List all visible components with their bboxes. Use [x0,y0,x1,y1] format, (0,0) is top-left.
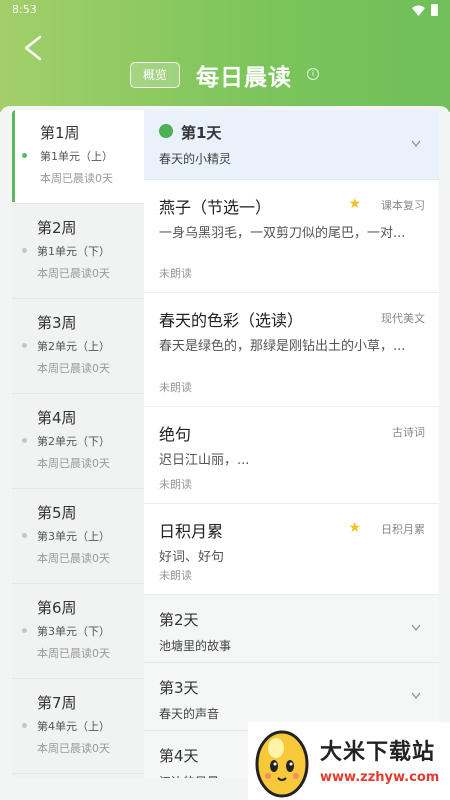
watermark-title: 大米下载站 [320,740,436,765]
sidebar-item-week[interactable]: 第5周第3单元（上） 本周已晨读0天 [12,490,144,584]
chevron-down-icon[interactable] [411,138,421,148]
week-title: 第2周 [37,219,77,237]
day-title: 第2天 [159,611,199,629]
status-icons [412,4,438,16]
lesson-tag: 古诗词 [392,426,425,439]
week-unit: 第1单元（下） [37,245,110,258]
star-icon[interactable]: ★ [348,520,361,536]
egg-logo [255,730,309,798]
lesson-item[interactable]: 春天的色彩（选读） 现代美文春天是绿色的，那绿是刚钻出土的小草，... 未朗读 [144,293,439,407]
lesson-item[interactable]: 燕子（节选一） ★ 课本复习一身乌黑羽毛，一双剪刀似的尾巴，一对... 未朗读 [144,180,439,293]
week-unit: 第4单元（上） [37,720,110,733]
lesson-title: 绝句 [159,425,192,444]
week-unit: 第3单元（下） [37,625,110,638]
week-unit: 第2单元（上） [37,340,110,353]
week-status-dot [22,438,27,443]
week-status: 本周已晨读0天 [37,457,110,470]
day-header[interactable]: 第2天池塘里的故事 [144,595,439,663]
status-bar: 8:53 [0,0,450,22]
read-status: 未朗读 [159,381,192,394]
wifi-icon [412,5,425,16]
star-icon[interactable]: ★ [348,196,361,212]
week-status-dot [22,533,27,538]
week-title: 第3周 [37,314,77,332]
day-subtitle: 春天的声音 [159,707,220,721]
lesson-excerpt: 一身乌黑羽毛，一双剪刀似的尾巴，一对... [159,226,406,241]
watermark: 大米下载站 www.zzhyw.com [248,722,450,800]
lesson-title: 春天的色彩（选读） [159,311,304,330]
week-sidebar: 第1周 第1单元（上） 本周已晨读0天 第2周 第1单元（下） 本周已晨读0天 第3周 第2单… [12,110,144,778]
sidebar-item-week[interactable]: 第4周第2单元（下） 本周已晨读0天 [12,395,144,489]
overview-button[interactable]: 概览 [130,62,180,88]
week-status-dot [22,248,27,253]
week-status-dot [22,628,27,633]
read-status: 未朗读 [159,267,192,280]
week-unit: 第2单元（下） [37,435,110,448]
week-status: 本周已晨读0天 [37,362,110,375]
day-subtitle: 春天的小精灵 [159,152,232,166]
back-button[interactable] [20,34,48,62]
page-title: 每日晨读 [196,65,292,91]
header-bar: 8:53 概览 每日晨读 i [0,0,450,112]
read-status: 未朗读 [159,569,192,582]
chevron-down-icon[interactable] [411,690,421,700]
week-title: 第4周 [37,409,77,427]
day-title: 第1天 [181,124,222,142]
day-subtitle: 池塘里的故事 [159,639,232,653]
week-status-dot [22,723,27,728]
current-day-dot [159,124,173,138]
week-status: 本周已晨读0天 [37,742,110,755]
week-status: 本周已晨读0天 [40,172,113,185]
battery-icon [431,4,438,16]
lesson-excerpt: 迟日江山丽，... [159,453,250,468]
lesson-item[interactable]: 日积月累 ★ 日积月累好词、好句未朗读 [144,504,439,595]
week-status: 本周已晨读0天 [37,267,110,280]
lesson-tag: 课本复习 [381,199,425,212]
week-unit: 第1单元（上） [40,150,113,163]
lesson-title: 燕子（节选一） [159,198,272,217]
week-title: 第1周 [40,124,80,142]
lesson-tag: 现代美文 [381,312,425,325]
lesson-item[interactable]: 绝句 古诗词迟日江山丽，... 未朗读 [144,407,439,504]
day-title: 第3天 [159,679,199,697]
week-title: 第5周 [37,504,77,522]
lesson-excerpt: 好词、好句 [159,550,225,565]
week-status-dot [22,343,27,348]
sidebar-item-week[interactable]: 第2周第1单元（下） 本周已晨读0天 [12,205,144,299]
week-status: 本周已晨读0天 [37,552,110,565]
sidebar-item-week[interactable]: 第1周第1单元（上） 本周已晨读0天 [12,110,144,204]
sidebar-item-week[interactable]: 第7周第4单元（上） 本周已晨读0天 [12,680,144,774]
day-subtitle: 江边的风景 [159,773,219,778]
sidebar-item-week[interactable]: 第6周第3单元（下） 本周已晨读0天 [12,585,144,679]
sidebar-item-week[interactable]: 第3周第2单元（上） 本周已晨读0天 [12,300,144,394]
week-status-dot [22,153,27,158]
chevron-down-icon[interactable] [411,622,421,632]
lesson-tag: 日积月累 [381,523,425,536]
lesson-excerpt: 春天是绿色的，那绿是刚钻出土的小草，... [159,339,406,354]
read-status: 未朗读 [159,478,192,491]
info-icon[interactable]: i [307,68,319,80]
week-title: 第7周 [37,694,77,712]
week-unit: 第3单元（上） [37,530,110,543]
watermark-url: www.zzhyw.com [320,770,440,785]
day-header[interactable]: 第3天春天的声音 [144,663,439,731]
status-time: 8:53 [12,3,37,16]
week-status: 本周已晨读0天 [37,647,110,660]
week-title: 第6周 [37,599,77,617]
day-title: 第4天 [159,747,199,765]
lesson-title: 日积月累 [159,522,224,541]
day-list: 第1天春天的小精灵燕子（节选一） ★ 课本复习一身乌黑羽毛，一双剪刀似的尾巴，一对.… [144,110,439,778]
day-header[interactable]: 第1天春天的小精灵 [144,110,439,180]
